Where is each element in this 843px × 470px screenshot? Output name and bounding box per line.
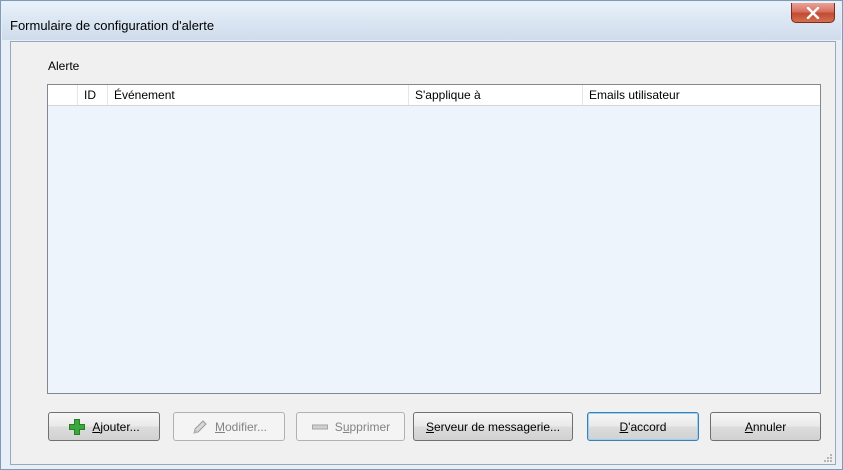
delete-label-rest: pprimer [349,419,391,434]
add-button-label: Ajouter... [92,420,139,434]
column-header-user-emails[interactable]: Emails utilisateur [583,85,820,105]
cancel-mnemonic: A [744,419,753,434]
column-header-id[interactable]: ID [78,85,108,105]
cancel-button-label: Annuler [745,420,786,434]
row-header-column[interactable] [48,85,78,105]
add-button[interactable]: Ajouter... [48,412,160,441]
close-icon [806,6,820,19]
add-label-rest: jouter... [100,419,140,434]
edit-mnemonic: M [214,419,225,434]
delete-button-label: Supprimer [335,420,390,434]
alert-group-label: Alerte [48,59,80,73]
ok-button-label: D'accord [620,420,667,434]
delete-prefix: S [334,419,343,434]
ok-mnemonic: D [619,419,629,434]
mail-server-button[interactable]: Serveur de messagerie... [413,412,573,441]
edit-button-label: Modifier... [215,420,267,434]
close-button[interactable] [791,3,835,23]
mail-server-button-label: Serveur de messagerie... [426,420,560,434]
title-bar[interactable]: Formulaire de configuration d'alerte [2,2,841,40]
alert-grid[interactable]: ID Événement S'applique à Emails utilisa… [47,84,821,394]
ok-button[interactable]: D'accord [587,412,699,441]
alert-config-dialog: Formulaire de configuration d'alerte Ale… [0,0,843,470]
edit-button[interactable]: Modifier... [173,412,285,441]
cancel-button[interactable]: Annuler [710,412,821,441]
plus-icon [68,418,86,436]
mailserver-mnemonic: S [425,419,434,434]
cancel-label-rest: nnuler [752,419,787,434]
window-title: Formulaire de configuration d'alerte [10,18,215,33]
resize-grip-icon[interactable] [823,452,833,462]
delete-button[interactable]: Supprimer [296,412,405,441]
grid-header: ID Événement S'applique à Emails utilisa… [48,85,820,106]
minus-icon [311,418,329,436]
edit-label-rest: odifier... [224,419,268,434]
pencil-icon [191,418,209,436]
mailserver-label-rest: erveur de messagerie... [433,419,561,434]
delete-mnemonic: u [342,419,350,434]
dialog-client-area: Alerte ID Événement S'applique à Emails … [10,41,836,465]
ok-label-rest: 'accord [628,419,667,434]
column-header-event[interactable]: Événement [108,85,409,105]
column-header-applies-to[interactable]: S'applique à [409,85,583,105]
